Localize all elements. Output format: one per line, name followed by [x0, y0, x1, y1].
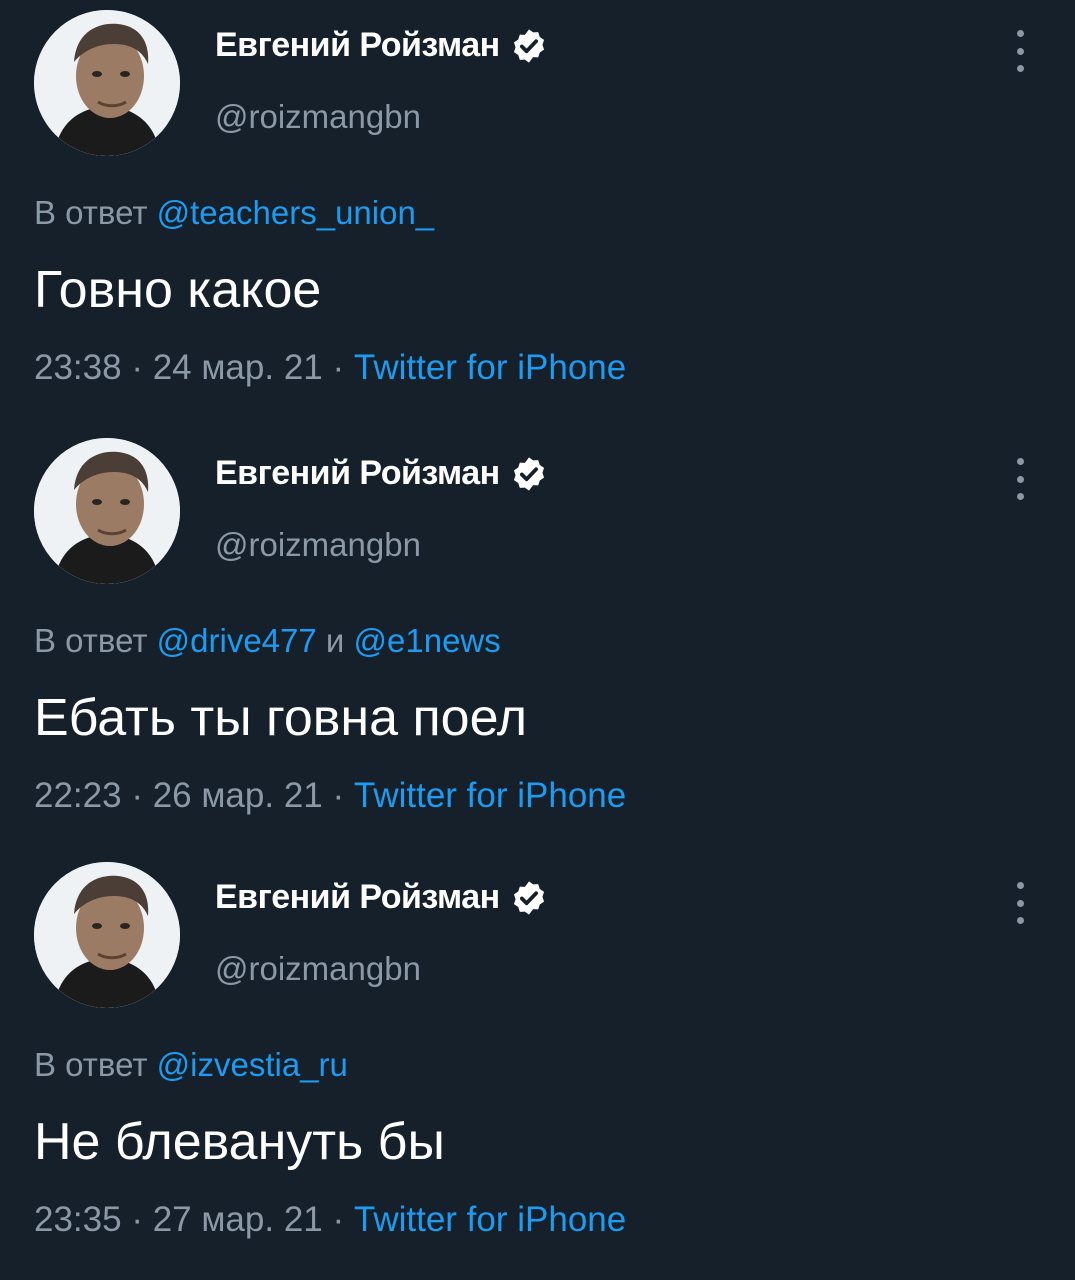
author-handle[interactable]: @roizmangbn: [215, 950, 421, 988]
author-name[interactable]: Евгений Ройзман: [215, 26, 500, 65]
tweet-meta: 23:38 · 24 мар. 21 · Twitter for iPhone: [34, 348, 626, 388]
reply-context: В ответ @izvestia_ru: [34, 1046, 348, 1084]
verified-badge-icon: [513, 456, 544, 491]
reply-prefix: В ответ: [34, 1046, 148, 1083]
tweet-time[interactable]: 23:38: [34, 348, 122, 387]
reply-to-link[interactable]: @izvestia_ru: [157, 1046, 348, 1083]
tweet-source-link[interactable]: Twitter for iPhone: [354, 348, 626, 387]
tweet-date[interactable]: 24 мар. 21: [153, 348, 323, 387]
tweet[interactable]: Евгений Ройзман @roizmangbn В ответ @izv…: [0, 852, 1075, 1272]
tweet-date[interactable]: 27 мар. 21: [153, 1200, 323, 1239]
tweet-text: Ебать ты говна поел: [34, 689, 528, 747]
reply-context: В ответ @drive477 и @e1news: [34, 622, 501, 660]
tweet[interactable]: Евгений Ройзман @roizmangbn В ответ @dri…: [0, 428, 1075, 848]
avatar-photo: [34, 438, 180, 584]
author-row: Евгений Ройзман: [215, 26, 548, 65]
tweet-text: Говно какое: [34, 261, 322, 319]
tweet[interactable]: Евгений Ройзман @roizmangbn В ответ @tea…: [0, 0, 1075, 420]
author-handle[interactable]: @roizmangbn: [215, 526, 421, 564]
reply-to-link[interactable]: @drive477: [157, 622, 317, 659]
avatar-photo: [34, 862, 180, 1008]
verified-badge-icon: [513, 880, 544, 915]
tweet-time[interactable]: 23:35: [34, 1200, 122, 1239]
tweet-source-link[interactable]: Twitter for iPhone: [354, 1200, 626, 1239]
tweet-meta: 23:35 · 27 мар. 21 · Twitter for iPhone: [34, 1200, 626, 1240]
reply-joiner: и: [325, 622, 345, 659]
author-name[interactable]: Евгений Ройзман: [215, 878, 500, 917]
avatar[interactable]: [34, 862, 180, 1008]
meta-separator: ·: [332, 1200, 345, 1239]
tweet-meta: 22:23 · 26 мар. 21 · Twitter for iPhone: [34, 776, 626, 816]
meta-separator: ·: [332, 348, 345, 387]
tweet-time[interactable]: 22:23: [34, 776, 122, 815]
more-vertical-icon[interactable]: [1008, 458, 1032, 500]
reply-to-link[interactable]: @e1news: [354, 622, 501, 659]
author-row: Евгений Ройзман: [215, 878, 548, 917]
reply-prefix: В ответ: [34, 622, 148, 659]
avatar[interactable]: [34, 438, 180, 584]
tweet-text: Не блевануть бы: [34, 1113, 445, 1171]
more-vertical-icon[interactable]: [1008, 30, 1032, 72]
author-name[interactable]: Евгений Ройзман: [215, 454, 500, 493]
author-row: Евгений Ройзман: [215, 454, 548, 493]
reply-to-link[interactable]: @teachers_union_: [157, 194, 435, 231]
tweet-source-link[interactable]: Twitter for iPhone: [354, 776, 626, 815]
avatar-photo: [34, 10, 180, 156]
meta-separator: ·: [131, 776, 143, 815]
tweet-date[interactable]: 26 мар. 21: [153, 776, 323, 815]
author-handle[interactable]: @roizmangbn: [215, 98, 421, 136]
verified-badge-icon: [513, 28, 544, 63]
meta-separator: ·: [131, 1200, 143, 1239]
reply-context: В ответ @teachers_union_: [34, 194, 434, 232]
avatar[interactable]: [34, 10, 180, 156]
more-vertical-icon[interactable]: [1008, 882, 1032, 924]
meta-separator: ·: [131, 348, 143, 387]
reply-prefix: В ответ: [34, 194, 148, 231]
meta-separator: ·: [332, 776, 345, 815]
